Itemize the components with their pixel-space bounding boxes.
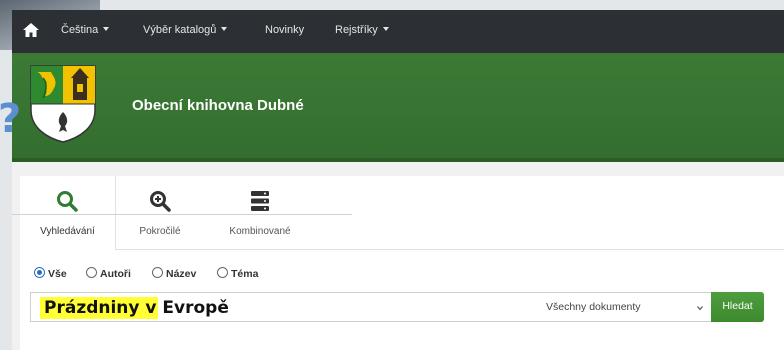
search-button-label: Hledat [722, 300, 753, 312]
zoom-in-icon [150, 191, 171, 212]
caret-down-icon [103, 27, 110, 31]
server-icon [251, 191, 269, 211]
scope-title-radio[interactable]: Název [152, 267, 196, 280]
top-navbar: Čeština Výběr katalogů Novinky Rejstříky [12, 10, 784, 53]
radio-unchecked-icon [217, 267, 228, 278]
search-query-text: Prázdniny v Evropě [44, 298, 229, 318]
tab-basic-search[interactable]: Vyhledávání [20, 176, 116, 250]
scope-title-label: Název [166, 268, 197, 280]
scope-authors-radio[interactable]: Autoři [86, 267, 131, 280]
tab-advanced-search-label: Pokročilé [139, 226, 181, 237]
scope-all-radio[interactable]: Vše [34, 267, 67, 280]
caret-down-icon [382, 27, 389, 31]
nav-news[interactable]: Novinky [265, 24, 304, 36]
tab-combined-search-label: Kombinované [229, 226, 291, 237]
tab-combined-search[interactable]: Kombinované [208, 176, 312, 249]
library-name[interactable]: Obecní knihovna Dubné [132, 97, 304, 114]
home-icon[interactable] [22, 21, 40, 39]
scope-subject-label: Téma [231, 268, 259, 280]
tab-basic-search-label: Vyhledávání [40, 226, 95, 237]
document-type-value: Všechny dokumenty [546, 301, 641, 313]
search-panel: Vyhledávání Pokročilé Kombinované Vše Au… [20, 176, 784, 350]
nav-language-label: Čeština [61, 24, 99, 36]
radio-unchecked-icon [152, 267, 163, 278]
nav-catalogs-label: Výběr katalogů [143, 24, 217, 36]
scope-all-label: Vše [48, 268, 67, 280]
chevron-down-icon [697, 306, 703, 311]
search-icon [57, 191, 78, 212]
search-tabs: Vyhledávání Pokročilé Kombinované [20, 176, 784, 250]
page-frame: Čeština Výběr katalogů Novinky Rejstříky… [12, 10, 784, 350]
question-mark-overlay: ? [0, 96, 22, 142]
library-header: Obecní knihovna Dubné [12, 53, 784, 162]
nav-news-label: Novinky [265, 24, 305, 36]
document-type-select[interactable]: Všechny dokumenty [536, 292, 712, 322]
nav-indexes-label: Rejstříky [335, 24, 378, 36]
nav-indexes[interactable]: Rejstříky [335, 24, 389, 36]
search-button[interactable]: Hledat [711, 292, 764, 322]
scope-authors-label: Autoři [100, 268, 131, 280]
divider [12, 214, 352, 215]
nav-language[interactable]: Čeština [61, 24, 110, 36]
radio-checked-icon [34, 267, 45, 278]
search-input[interactable]: Prázdniny v Evropě [30, 292, 538, 322]
coat-of-arms-logo[interactable] [29, 64, 97, 144]
nav-catalogs[interactable]: Výběr katalogů [143, 24, 228, 36]
tab-advanced-search[interactable]: Pokročilé [120, 176, 200, 249]
caret-down-icon [221, 27, 228, 31]
radio-unchecked-icon [86, 267, 97, 278]
scope-subject-radio[interactable]: Téma [217, 267, 258, 280]
